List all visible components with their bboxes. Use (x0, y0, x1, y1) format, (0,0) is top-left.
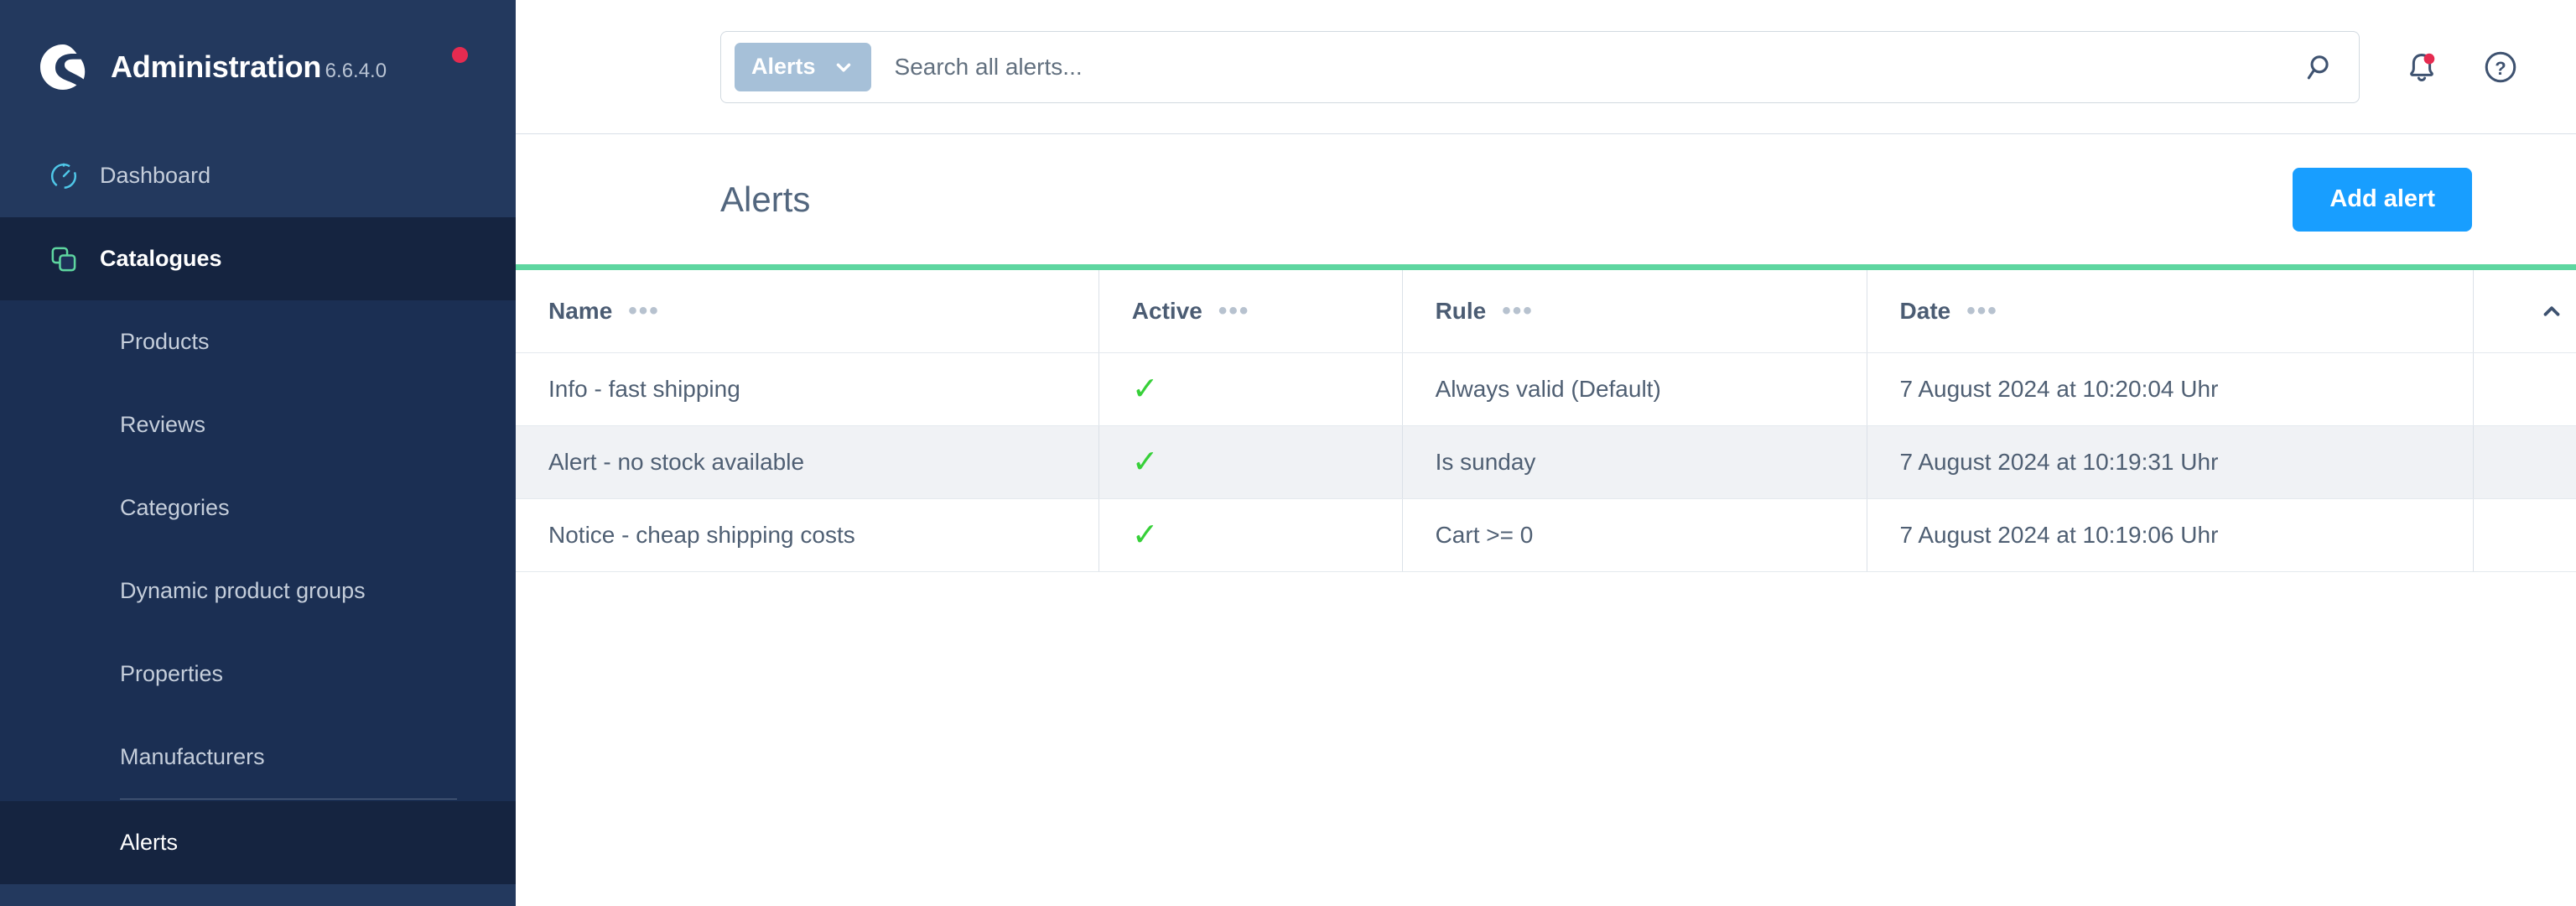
topbar-actions: ? (2392, 37, 2531, 97)
cell-sort-spacer (2473, 352, 2576, 426)
check-icon: ✓ (1131, 444, 1159, 480)
main-area: Alerts Search all alerts... ? Alerts Add… (516, 0, 2576, 906)
table-row[interactable]: Info - fast shipping ✓ Always valid (Def… (516, 352, 2576, 426)
alerts-table: Name ••• Active ••• Rule ••• Date ••• In… (516, 270, 2576, 572)
cell-name: Info - fast shipping (516, 352, 1099, 426)
sidebar-item-manufacturers[interactable]: Manufacturers (0, 716, 516, 799)
ellipsis-icon[interactable]: ••• (1966, 298, 1998, 323)
sidebar-item-label: Reviews (120, 412, 206, 437)
cell-active: ✓ (1098, 352, 1403, 426)
topbar: Alerts Search all alerts... ? (516, 0, 2576, 134)
global-search[interactable]: Alerts (720, 30, 2360, 103)
ellipsis-icon[interactable]: ••• (1502, 298, 1534, 323)
question-circle-icon[interactable]: ? (2470, 37, 2531, 97)
search-scope-label: Alerts (751, 54, 816, 79)
column-header-active[interactable]: Active ••• (1098, 270, 1403, 353)
sidebar-item-properties[interactable]: Properties (0, 633, 516, 716)
sidebar-item-label: Products (120, 329, 210, 354)
alerts-table-container: Name ••• Active ••• Rule ••• Date ••• In… (516, 264, 2576, 906)
status-dot-icon (452, 47, 468, 63)
page-header: Alerts Add alert (516, 134, 2576, 264)
admin-app: Administration 6.6.4.0 Dashboard Catalog… (0, 0, 2576, 906)
brand-version: 6.6.4.0 (325, 60, 387, 83)
column-label: Name (548, 297, 613, 324)
table-header-row: Name ••• Active ••• Rule ••• Date ••• (516, 270, 2576, 353)
column-label: Rule (1435, 297, 1487, 324)
cell-active: ✓ (1098, 425, 1403, 499)
cell-active: ✓ (1098, 498, 1403, 572)
sidebar-nav: Dashboard Catalogues Products Reviews Ca… (0, 134, 516, 884)
sidebar-item-label: Catalogues (100, 246, 222, 271)
cell-sort-spacer (2473, 425, 2576, 499)
brand-title: Administration (111, 49, 322, 85)
column-header-rule[interactable]: Rule ••• (1402, 270, 1867, 353)
svg-text:?: ? (2495, 57, 2506, 78)
sidebar: Administration 6.6.4.0 Dashboard Catalog… (0, 0, 516, 906)
sidebar-brand[interactable]: Administration 6.6.4.0 (0, 0, 516, 134)
sort-indicator-cell[interactable] (2473, 270, 2576, 353)
ellipsis-icon[interactable]: ••• (1218, 298, 1250, 323)
ellipsis-icon[interactable]: ••• (628, 298, 660, 323)
sidebar-item-catalogues[interactable]: Catalogues (0, 217, 516, 300)
sidebar-item-reviews[interactable]: Reviews (0, 383, 516, 466)
sidebar-item-dynamic-product-groups[interactable]: Dynamic product groups (0, 549, 516, 633)
bell-icon[interactable] (2392, 37, 2452, 97)
cell-date: 7 August 2024 at 10:19:06 Uhr (1867, 498, 2475, 572)
page-title: Alerts (720, 179, 811, 219)
column-header-date[interactable]: Date ••• (1867, 270, 2475, 353)
sidebar-item-label: Categories (120, 495, 230, 520)
cell-name: Notice - cheap shipping costs (516, 498, 1099, 572)
sidebar-item-products[interactable]: Products (0, 300, 516, 383)
cell-date: 7 August 2024 at 10:20:04 Uhr (1867, 352, 2475, 426)
copy-squares-icon (46, 242, 81, 277)
column-header-name[interactable]: Name ••• (516, 270, 1099, 353)
chevron-down-icon (833, 56, 854, 78)
search-scope-dropdown[interactable]: Alerts (735, 42, 871, 91)
gauge-icon (46, 159, 81, 194)
chevron-up-icon[interactable] (2506, 299, 2576, 324)
sidebar-item-dashboard[interactable]: Dashboard (0, 134, 516, 217)
table-head: Name ••• Active ••• Rule ••• Date ••• (516, 270, 2576, 353)
add-alert-button[interactable]: Add alert (2293, 167, 2472, 232)
check-icon: ✓ (1131, 517, 1159, 553)
cell-sort-spacer (2473, 498, 2576, 572)
search-icon[interactable] (2292, 38, 2350, 96)
sidebar-item-categories[interactable]: Categories (0, 466, 516, 549)
sidebar-item-label: Properties (120, 661, 224, 686)
sidebar-item-label: Dashboard (100, 163, 211, 188)
cell-rule: Is sunday (1402, 425, 1867, 499)
sidebar-item-label: Alerts (120, 830, 179, 855)
sidebar-item-label: Dynamic product groups (120, 578, 366, 603)
table-row[interactable]: Notice - cheap shipping costs ✓ Cart >= … (516, 498, 2576, 572)
column-label: Date (1899, 297, 1951, 324)
table-body: Info - fast shipping ✓ Always valid (Def… (516, 352, 2576, 572)
table-row[interactable]: Alert - no stock available ✓ Is sunday 7… (516, 425, 2576, 499)
cell-rule: Cart >= 0 (1402, 498, 1867, 572)
sidebar-item-alerts[interactable]: Alerts (0, 801, 516, 884)
cell-rule: Always valid (Default) (1402, 352, 1867, 426)
check-icon: ✓ (1131, 371, 1159, 407)
cell-name: Alert - no stock available (516, 425, 1099, 499)
search-input[interactable] (870, 53, 2292, 81)
sidebar-item-label: Manufacturers (120, 744, 265, 769)
column-label: Active (1131, 297, 1202, 324)
shopware-logo-icon (37, 41, 89, 93)
cell-date: 7 August 2024 at 10:19:31 Uhr (1867, 425, 2475, 499)
